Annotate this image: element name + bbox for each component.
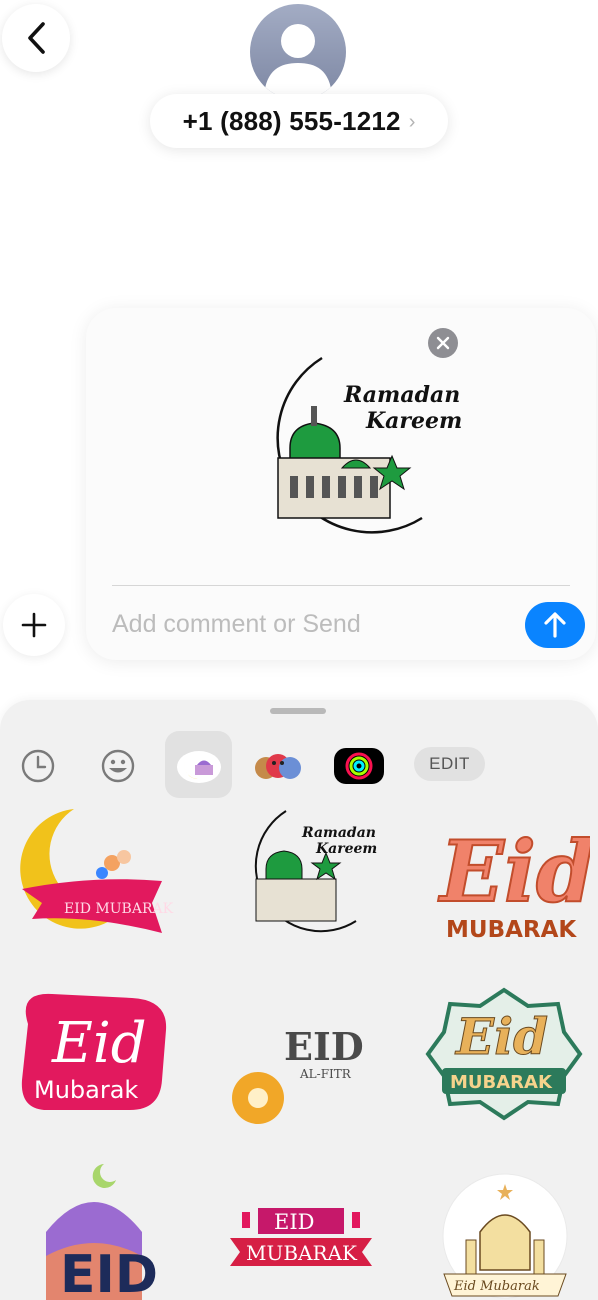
sticker-label: EID MUBARAK [64, 901, 174, 917]
edit-button[interactable]: EDIT [414, 747, 485, 781]
sticker-text-line2: Kareem [315, 841, 377, 857]
contact-name-pill[interactable]: +1 (888) 555-1212 › [150, 94, 448, 148]
tab-activity[interactable] [334, 748, 384, 784]
arrow-up-icon [544, 612, 566, 638]
clock-icon [21, 749, 55, 783]
chevron-left-icon [28, 22, 45, 54]
send-button[interactable] [525, 602, 585, 648]
plus-icon [21, 612, 47, 638]
sticker-eid-mubarak-green[interactable]: Eid MUBARAK [420, 980, 590, 1130]
sticker-text-line1: Eid [51, 1011, 147, 1076]
sticker-text-line1: EID [274, 1210, 314, 1234]
smiley-icon [101, 749, 135, 783]
person-icon [264, 24, 332, 96]
add-attachment-button[interactable] [3, 594, 65, 656]
sticker-eid-mubarak-orange[interactable]: Eid MUBARAK [420, 803, 596, 953]
message-composer: Ramadan Kareem [86, 308, 596, 660]
sticker-eid-mubarak-banner[interactable]: EID MUBARAK [12, 803, 182, 953]
back-button[interactable] [2, 4, 70, 72]
memoji-icon [255, 754, 301, 779]
sticker-text-line2: MUBARAK [446, 917, 577, 943]
sticker-ramadan-kareem[interactable]: Ramadan Kareem [216, 803, 386, 953]
sticker-drawer: EDIT EID MUBARAK Ramadan Kareem Eid MUBA… [0, 700, 598, 1300]
sticker-text-line1: Ramadan [301, 825, 376, 841]
sticker-text-line1: Ramadan [343, 382, 460, 408]
sticker-eid-mubarak-ribbon[interactable]: EID MUBARAK [216, 1200, 386, 1300]
close-icon [436, 336, 450, 350]
sticker-text-line1: EID [60, 1245, 158, 1300]
sticker-text-line2: MUBARAK [246, 1241, 358, 1265]
comment-input[interactable] [112, 604, 492, 644]
composer-divider [112, 585, 570, 586]
remove-sticker-button[interactable] [428, 328, 458, 358]
tab-memoji[interactable] [252, 744, 304, 788]
tab-recents[interactable] [16, 744, 60, 788]
sticker-text-line1: EID [284, 1024, 364, 1069]
sticker-text-line1: Eid Mubarak [453, 1279, 540, 1294]
eid-sticker-pack-icon [176, 750, 221, 783]
sticker-text-line2: AL-FITR [299, 1067, 352, 1081]
drawer-grabber[interactable] [270, 708, 326, 714]
sticker-eid-mubarak-pink[interactable]: Eid Mubarak [12, 980, 182, 1130]
sticker-text-line1: Eid [454, 1007, 548, 1066]
sticker-text-line2: Mubarak [34, 1076, 138, 1104]
tab-eid-sticker-pack[interactable] [165, 731, 232, 798]
ramadan-kareem-sticker-image: Ramadan Kareem [276, 356, 462, 534]
sticker-eid-mubarak-mosque[interactable]: Eid Mubarak [440, 1170, 570, 1300]
sticker-text-line1: Eid [438, 822, 590, 921]
contact-avatar[interactable] [250, 4, 346, 100]
activity-rings-icon [345, 752, 373, 780]
contact-phone-number: +1 (888) 555-1212 [182, 105, 401, 136]
chevron-right-icon: › [408, 110, 416, 133]
sticker-eid-al-fitr[interactable]: EID AL-FITR [216, 980, 386, 1130]
tab-emoji[interactable] [96, 744, 140, 788]
sticker-text-line2: MUBARAK [450, 1072, 553, 1093]
sticker-eid-watercolor[interactable]: EID [12, 1160, 182, 1300]
sticker-text-line2: Kareem [365, 408, 462, 434]
attached-sticker[interactable]: Ramadan Kareem [222, 348, 462, 548]
